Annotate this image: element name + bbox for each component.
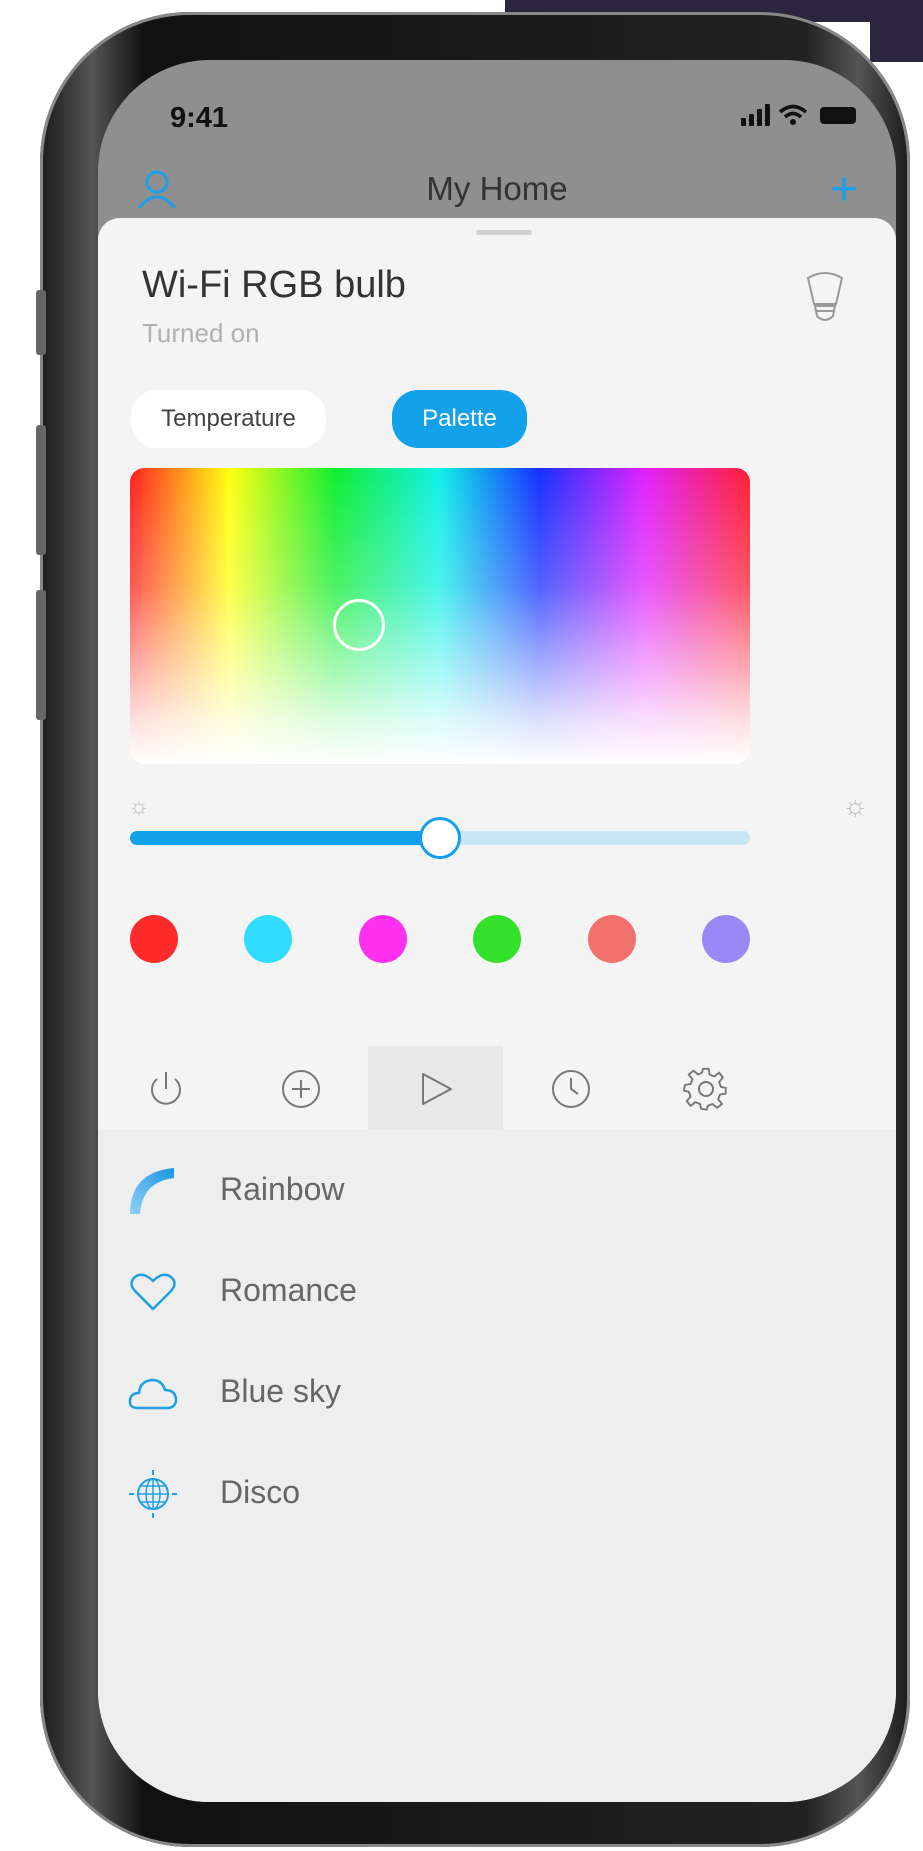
device-sheet: Wi-Fi RGB bulb Turned on Temperature Pal… [98,218,896,1802]
status-bar: 9:41 [98,60,896,180]
color-picker-handle[interactable] [333,599,385,651]
wifi-icon [778,104,808,125]
power-icon [150,1071,181,1105]
tab-settings[interactable] [638,1046,773,1131]
tab-temperature[interactable]: Temperature [131,390,326,448]
color-swatch[interactable] [244,915,293,963]
device-tab-bar [98,1046,896,1131]
scene-disco[interactable]: Disco [98,1449,896,1539]
brightness-slider[interactable] [130,817,750,859]
clock-icon [551,1069,590,1108]
gear-icon [682,1067,727,1111]
tab-scenes[interactable] [368,1046,503,1131]
tab-palette[interactable]: Palette [392,390,527,448]
color-swatch[interactable] [702,915,750,963]
brightness-slider-fill [130,831,440,845]
volume-down-button [36,590,46,720]
scene-romance[interactable]: Romance [98,1247,896,1337]
scene-label: Disco [220,1474,301,1510]
bulb-icon [806,272,844,321]
sheet-handle[interactable] [476,230,532,235]
scene-blue-sky[interactable]: Blue sky [98,1348,896,1438]
cloud-icon [128,1378,178,1410]
background-corner [870,22,923,62]
rainbow-icon [130,1168,174,1214]
phone-screen: 9:41 My Home + Wi-Fi RGB bulb Turned on … [98,60,896,1802]
color-swatch[interactable] [130,915,178,963]
battery-icon [820,106,856,124]
play-icon [421,1072,452,1105]
color-palette[interactable] [130,468,750,764]
heart-icon [130,1273,176,1311]
color-swatches [130,915,750,963]
brightness-low-icon: ☼ [128,793,150,820]
volume-up-button [36,425,46,555]
device-status: Turned on [142,318,260,348]
scene-label: Rainbow [220,1171,345,1207]
disco-ball-icon [129,1470,177,1518]
color-swatch[interactable] [587,915,636,963]
device-name: Wi-Fi RGB bulb [142,264,406,306]
scene-label: Romance [220,1272,357,1308]
tab-schedule[interactable] [503,1046,638,1131]
color-swatch[interactable] [358,915,407,963]
tab-power[interactable] [98,1046,233,1131]
status-icons [741,104,856,126]
add-device-icon[interactable]: + [830,166,858,214]
scene-list: Rainbow Romance Blue sky Disco [98,1129,896,1802]
add-circle-icon [281,1069,320,1108]
brightness-high-icon: ☼ [842,790,868,821]
status-time: 9:41 [170,102,229,134]
mute-switch [36,290,46,355]
scene-rainbow[interactable]: Rainbow [98,1146,896,1236]
tab-add[interactable] [233,1046,368,1131]
brightness-slider-thumb[interactable] [419,817,461,859]
color-swatch[interactable] [473,915,522,963]
scene-label: Blue sky [220,1373,341,1409]
signal-icon [741,104,770,126]
page-title: My Home [426,170,568,207]
